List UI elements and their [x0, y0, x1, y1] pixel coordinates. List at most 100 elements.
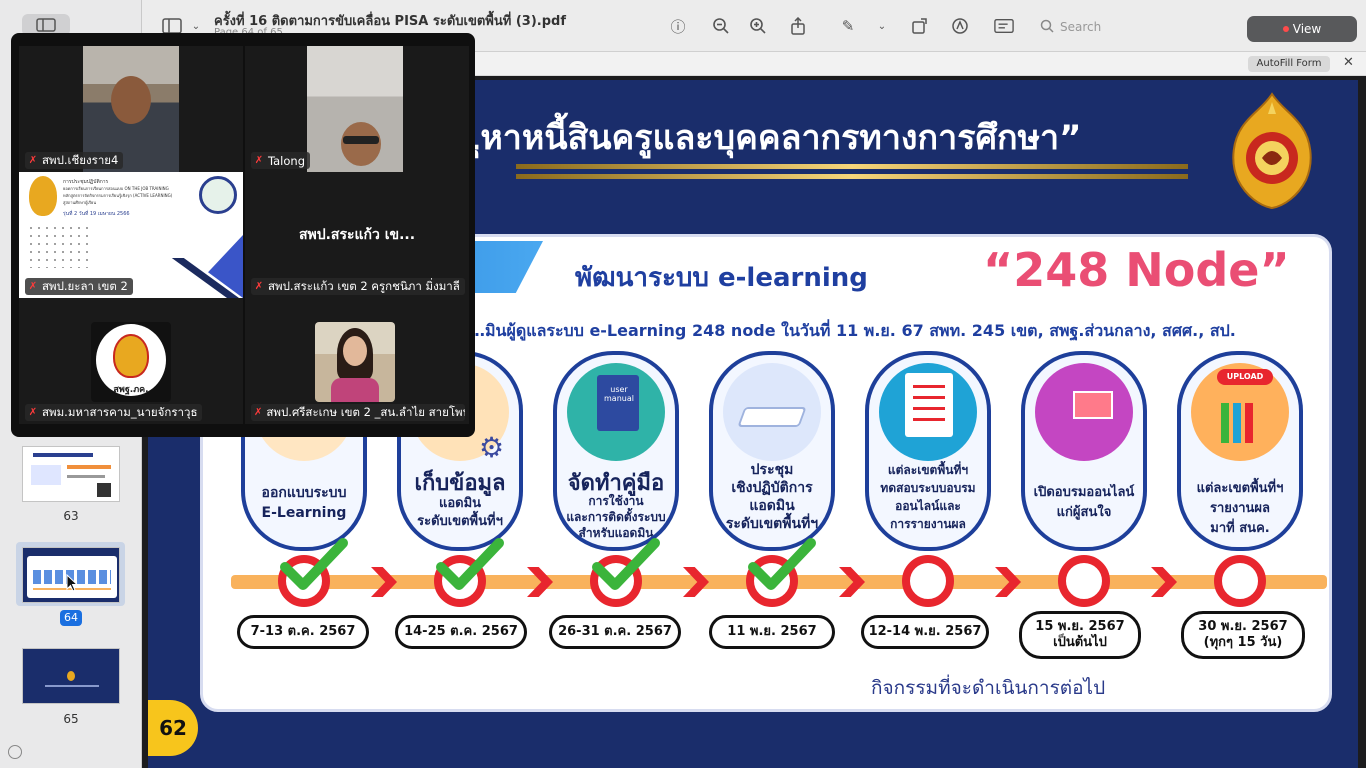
emblem-logo	[1232, 92, 1312, 210]
chevron-down-icon[interactable]: ⌄	[872, 16, 892, 36]
step-text: แต่ละเขตพื้นที่ฯ รายงานผล มาที่ สนค.	[1196, 481, 1284, 536]
page-thumbnail-63[interactable]	[22, 446, 120, 502]
page-label-65: 65	[63, 712, 79, 726]
check-icon	[592, 538, 660, 590]
participant-caption: ✗ สพป.สระแก้ว เขต 2 ครูกชนิภา มิ่งมาลี	[251, 278, 465, 295]
participant-face	[341, 122, 381, 166]
participant-name: สพป.ศรีสะเกษ เขต 2 _สน.ลำไย สายโพน	[266, 404, 465, 419]
participant-glasses	[343, 136, 379, 144]
add-page-icon[interactable]	[8, 745, 22, 759]
search-placeholder: Search	[1060, 20, 1102, 34]
step-status-pending	[1214, 555, 1266, 607]
step-date: 15 พ.ย. 2567 เป็นต้นไป	[1019, 611, 1141, 659]
close-icon[interactable]: ✕	[1343, 55, 1354, 70]
highlight-icon[interactable]: ✎	[838, 16, 858, 36]
recording-dot-icon	[1282, 26, 1289, 32]
participant-caption: ✗ Talong	[251, 152, 310, 169]
header-underline	[516, 164, 1188, 169]
step-card-6: เปิดอบรมออนไลน์ แก่ผู้สนใจ	[1021, 351, 1147, 551]
mic-muted-icon: ✗	[28, 154, 38, 166]
manual-label: user manual	[604, 385, 634, 403]
logo-caption: สพฐ.ภค.	[113, 385, 149, 395]
autofill-form-button[interactable]: AutoFill Form	[1248, 56, 1330, 72]
step-status-pending	[902, 555, 954, 607]
participant-tile[interactable]: ✗ Talong	[245, 46, 469, 172]
participant-tile[interactable]: ✗ สพป.เชียงราย4	[19, 46, 243, 172]
step-card-7: UPLOAD แต่ละเขตพื้นที่ฯ รายงานผล มาที่ ส…	[1177, 351, 1303, 551]
participant-tile[interactable]: สพป.สระแก้ว เข... ✗ สพป.สระแก้ว เขต 2 คร…	[245, 172, 469, 298]
slide-header: …ุหาหนี้สินครูและบุคคลากรทางการศึกษา”	[453, 118, 1082, 158]
step-text: ประชุม เชิงปฏิบัติการ แอดมิน ระดับเขตพื้…	[725, 462, 819, 532]
mic-muted-icon: ✗	[254, 406, 263, 418]
participant-name: สพป.เชียงราย4	[42, 152, 119, 167]
step-date: 11 พ.ย. 2567	[709, 615, 835, 649]
participant-caption: ✗ สพป.ยะลา เขต 2	[25, 278, 133, 295]
search-field[interactable]: Search	[1040, 16, 1136, 38]
pdf-viewer-window: 63 64 65 ⌄ ครั้งที่ 16 ติดตามการขับเคลื่…	[0, 0, 1366, 768]
meeting-table	[737, 407, 807, 427]
participant-shirt	[331, 378, 379, 402]
checklist-lines	[913, 385, 945, 425]
participant-face	[343, 336, 367, 366]
gear-icon: ⚙	[479, 431, 505, 464]
shared-slide-line2: ยอดการเรียนการเรียนการสอนแบบ ON THE JOB …	[63, 186, 169, 191]
upload-tag: UPLOAD	[1217, 369, 1273, 385]
info-icon[interactable]: ⓘ	[668, 16, 688, 36]
step-text: เปิดอบรมออนไลน์ แก่ผู้สนใจ	[1033, 485, 1135, 520]
shared-slide-seal	[199, 176, 237, 214]
panel-subtitle: …มินผู้ดูแลระบบ e-Learning 248 node ในวั…	[469, 321, 1236, 340]
shared-slide-line3: หลักสูตรการจัดกิจกรรมการเรียนรู้เชิงรุก …	[63, 193, 173, 198]
bar-chart-icon	[1221, 403, 1265, 443]
participant-display-name: สพป.สระแก้ว เข...	[298, 227, 416, 243]
video-call-window[interactable]: ✗ สพป.เชียงราย4 ✗ Talong การประชุมปฏิบัต…	[11, 33, 475, 437]
mouse-cursor-icon	[66, 574, 78, 592]
page-thumbnail-65[interactable]	[22, 648, 120, 704]
zoom-out-icon[interactable]	[711, 16, 731, 36]
panel-title: พัฒนาระบบ e-learning	[575, 263, 868, 293]
slide-page-number: 62	[148, 700, 198, 756]
participant-name: สพป.สระแก้ว เขต 2 ครูกชนิภา มิ่งมาลี	[268, 278, 460, 293]
shared-slide-logo	[29, 176, 57, 216]
check-icon	[748, 538, 816, 590]
step-text: การใช้งาน และการติดตั้งระบบ สำหรับแอดมิน	[566, 494, 666, 540]
step-date: 30 พ.ย. 2567 (ทุกๆ 15 วัน)	[1181, 611, 1305, 659]
step-date: 12-14 พ.ย. 2567	[861, 615, 989, 649]
mic-muted-icon: ✗	[28, 280, 38, 292]
participant-face	[111, 76, 151, 124]
mic-muted-icon: ✗	[254, 154, 264, 166]
markup-icon[interactable]	[950, 16, 970, 36]
share-icon[interactable]	[788, 16, 808, 36]
mic-muted-icon: ✗	[28, 406, 38, 418]
shared-slide-line4: สู่สถานศึกษาผู้เรียน	[63, 200, 97, 205]
participant-tile[interactable]: สพฐ.ภค. ✗ สพม.มหาสารคาม_นายจักราวุธ	[19, 298, 243, 424]
panel-node-title: “248 Node”	[983, 243, 1290, 297]
participant-caption: ✗ สพม.มหาสารคาม_นายจักราวุธ	[25, 404, 203, 421]
search-icon	[1040, 19, 1054, 36]
rotate-icon[interactable]	[910, 16, 930, 36]
sidebar-toggle-icon	[162, 18, 182, 34]
page-label-63: 63	[63, 509, 79, 523]
participant-name: สพม.มหาสารคาม_นายจักราวุธ	[42, 404, 198, 419]
participant-caption: ✗ สพป.เชียงราย4	[25, 152, 124, 169]
participant-name: Talong	[268, 153, 305, 168]
step-text: แอดมิน ระดับเขตพื้นที่ฯ	[417, 496, 503, 529]
participant-caption: ✗ สพป.ศรีสะเกษ เขต 2 _สน.ลำไย สายโพน	[251, 404, 465, 421]
step-card-5: แต่ละเขตพื้นที่ฯ ทดสอบระบบอบรม ออนไลน์แล…	[865, 351, 991, 551]
form-icon[interactable]	[994, 16, 1014, 36]
view-button[interactable]: View	[1247, 16, 1357, 42]
check-icon	[280, 538, 348, 590]
page-label-64: 64	[60, 610, 82, 626]
participant-name: สพป.ยะลา เขต 2	[42, 278, 128, 293]
step-status-pending	[1058, 555, 1110, 607]
zoom-in-icon[interactable]	[748, 16, 768, 36]
sidebar-toggle-icon	[36, 18, 56, 32]
header-underline	[516, 174, 1188, 179]
participant-avatar-emblem-inner	[113, 334, 149, 378]
shared-slide-date: รุ่นที่ 2 วันที่ 19 เมษายน 2566	[63, 211, 130, 217]
participant-tile[interactable]: การประชุมปฏิบัติการ ยอดการเรียนการเรียนก…	[19, 172, 243, 298]
step-date: 7-13 ต.ค. 2567	[237, 615, 369, 649]
monitor	[1073, 391, 1113, 419]
check-icon	[436, 538, 504, 590]
participant-tile[interactable]: ✗ สพป.ศรีสะเกษ เขต 2 _สน.ลำไย สายโพน	[245, 298, 469, 424]
manual-book	[597, 375, 639, 431]
